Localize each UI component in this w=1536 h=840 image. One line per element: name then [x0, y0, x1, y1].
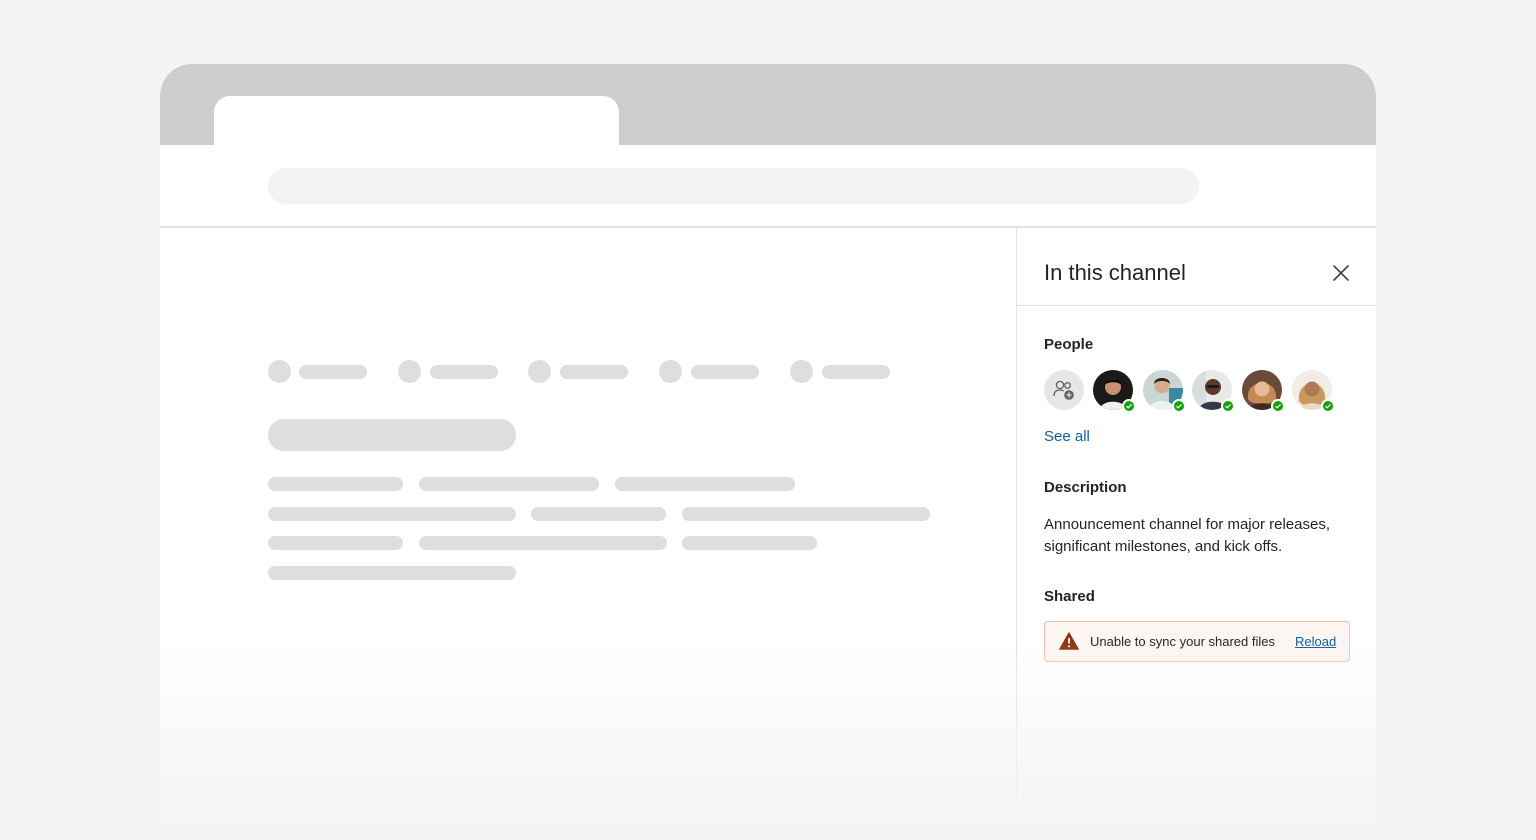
skeleton-tab-label — [691, 365, 759, 379]
presence-available-icon — [1122, 399, 1136, 413]
close-button[interactable] — [1329, 261, 1353, 285]
skeleton-tab-label — [299, 365, 367, 379]
content-placeholder — [160, 228, 1016, 840]
description-text: Announcement channel for major releases,… — [1044, 516, 1330, 555]
tab-strip — [160, 64, 1376, 145]
people-label: People — [1044, 336, 1094, 353]
skeleton-text-line — [419, 477, 599, 491]
presence-available-icon — [1172, 399, 1186, 413]
description-label: Description — [1044, 479, 1127, 496]
skeleton-text-line — [268, 536, 403, 550]
skeleton-text-line — [268, 477, 403, 491]
skeleton-tab-label — [430, 365, 498, 379]
sync-warning-banner: Unable to sync your shared files Reload — [1044, 621, 1350, 662]
member-avatar[interactable] — [1093, 370, 1136, 413]
skeleton-tab-dot — [659, 360, 682, 383]
skeleton-tab-label — [560, 365, 628, 379]
reload-link[interactable]: Reload — [1295, 634, 1336, 649]
skeleton-tab-label — [822, 365, 890, 379]
member-avatar[interactable] — [1192, 370, 1235, 413]
panel-title: In this channel — [1044, 260, 1186, 285]
presence-available-icon — [1271, 399, 1285, 413]
skeleton-text-line — [268, 507, 516, 521]
add-people-icon — [1053, 380, 1074, 400]
shared-label: Shared — [1044, 588, 1095, 605]
skeleton-text-line — [268, 566, 516, 580]
skeleton-text-line — [682, 536, 817, 550]
skeleton-text-line — [615, 477, 795, 491]
skeleton-text-line — [419, 536, 667, 550]
browser-window: In this channel People See all Descripti… — [160, 64, 1376, 840]
warning-icon — [1059, 632, 1079, 650]
skeleton-tab-dot — [528, 360, 551, 383]
skeleton-heading — [268, 419, 516, 451]
skeleton-tab-dot — [268, 360, 291, 383]
member-avatar[interactable] — [1143, 370, 1186, 413]
channel-info-panel: In this channel People See all Descripti… — [1016, 228, 1376, 840]
member-avatar[interactable] — [1242, 370, 1285, 413]
see-all-link[interactable]: See all — [1044, 428, 1090, 445]
browser-toolbar — [160, 145, 1376, 228]
sync-warning-message: Unable to sync your shared files — [1090, 634, 1275, 649]
skeleton-text-line — [531, 507, 666, 521]
member-avatar[interactable] — [1292, 370, 1335, 413]
address-bar[interactable] — [268, 168, 1199, 204]
skeleton-tab-dot — [790, 360, 813, 383]
browser-tab[interactable] — [214, 96, 619, 145]
add-people-button[interactable] — [1044, 370, 1084, 410]
skeleton-tab-dot — [398, 360, 421, 383]
presence-available-icon — [1221, 399, 1235, 413]
close-icon — [1333, 265, 1349, 281]
presence-available-icon — [1321, 399, 1335, 413]
panel-header: In this channel — [1017, 228, 1376, 306]
skeleton-text-line — [682, 507, 930, 521]
